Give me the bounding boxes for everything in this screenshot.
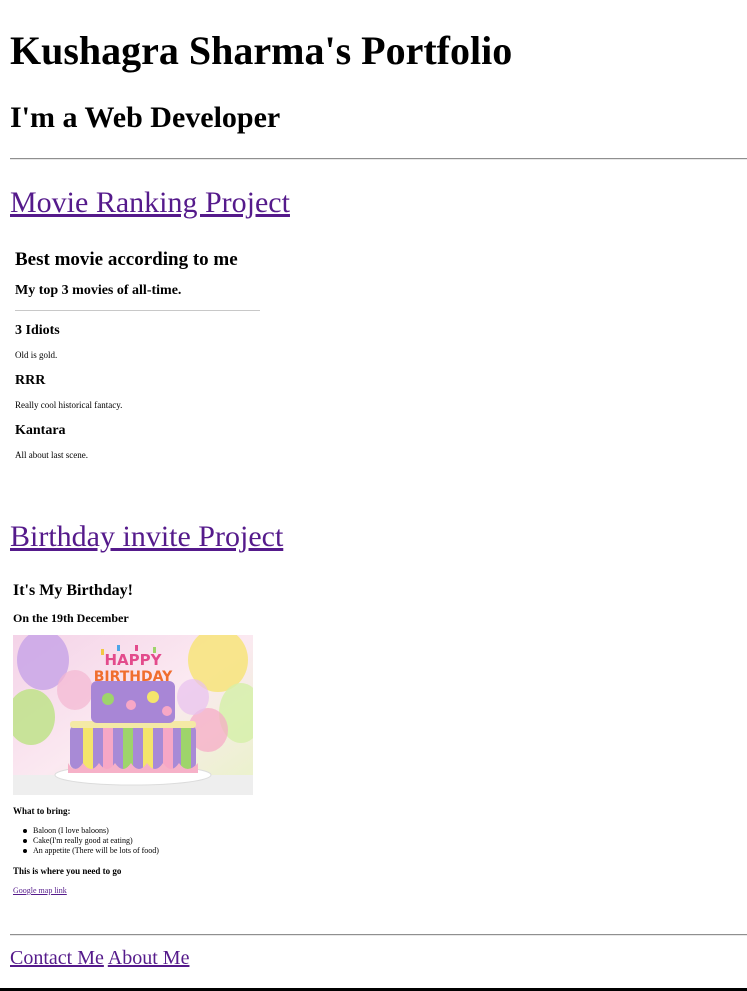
page-title: Kushagra Sharma's Portfolio bbox=[10, 28, 513, 73]
movie-title: 3 Idiots bbox=[15, 323, 60, 338]
google-map-link[interactable]: Google map link bbox=[13, 886, 67, 896]
footer-nav: Contact Me About Me bbox=[10, 946, 189, 970]
page-subtitle: I'm a Web Developer bbox=[10, 101, 281, 134]
movie-description: All about last scene. bbox=[15, 450, 88, 460]
birthday-heading: It's My Birthday! bbox=[13, 582, 133, 599]
bring-list: Baloon (I love baloons) Cake(I'm really … bbox=[23, 826, 159, 856]
movie-subheading: My top 3 movies of all-time. bbox=[15, 283, 182, 298]
birthday-date: On the 19th December bbox=[13, 611, 129, 625]
movie-description: Really cool historical fantacy. bbox=[15, 400, 123, 410]
portfolio-page: Kushagra Sharma's Portfolio I'm a Web De… bbox=[0, 0, 747, 991]
movie-divider bbox=[15, 310, 260, 311]
birthday-invite-project-link[interactable]: Birthday invite Project bbox=[10, 520, 283, 554]
movie-ranking-frame: Best movie according to me My top 3 movi… bbox=[10, 240, 270, 475]
divider-top bbox=[10, 158, 747, 160]
movie-title: Kantara bbox=[15, 423, 66, 438]
what-to-bring-heading: What to bring: bbox=[13, 806, 71, 816]
list-item: An appetite (There will be lots of food) bbox=[23, 846, 159, 855]
movie-description: Old is gold. bbox=[15, 350, 58, 360]
movie-title: RRR bbox=[15, 373, 46, 388]
svg-text:BIRTHDAY: BIRTHDAY bbox=[94, 669, 173, 685]
movie-heading: Best movie according to me bbox=[15, 249, 238, 270]
where-heading: This is where you need to go bbox=[13, 866, 122, 876]
contact-me-link[interactable]: Contact Me bbox=[10, 947, 104, 969]
about-me-link[interactable]: About Me bbox=[108, 947, 190, 969]
movie-ranking-project-link[interactable]: Movie Ranking Project bbox=[10, 186, 290, 220]
list-item: Cake(I'm really good at eating) bbox=[23, 836, 159, 846]
svg-text:HAPPY: HAPPY bbox=[104, 651, 162, 669]
divider-bottom bbox=[10, 934, 747, 936]
list-item: Baloon (I love baloons) bbox=[23, 826, 159, 836]
birthday-invite-frame: It's My Birthday! On the 19th December H… bbox=[10, 575, 270, 905]
birthday-cake-image: HAPPY BIRTHDAY bbox=[13, 635, 253, 795]
